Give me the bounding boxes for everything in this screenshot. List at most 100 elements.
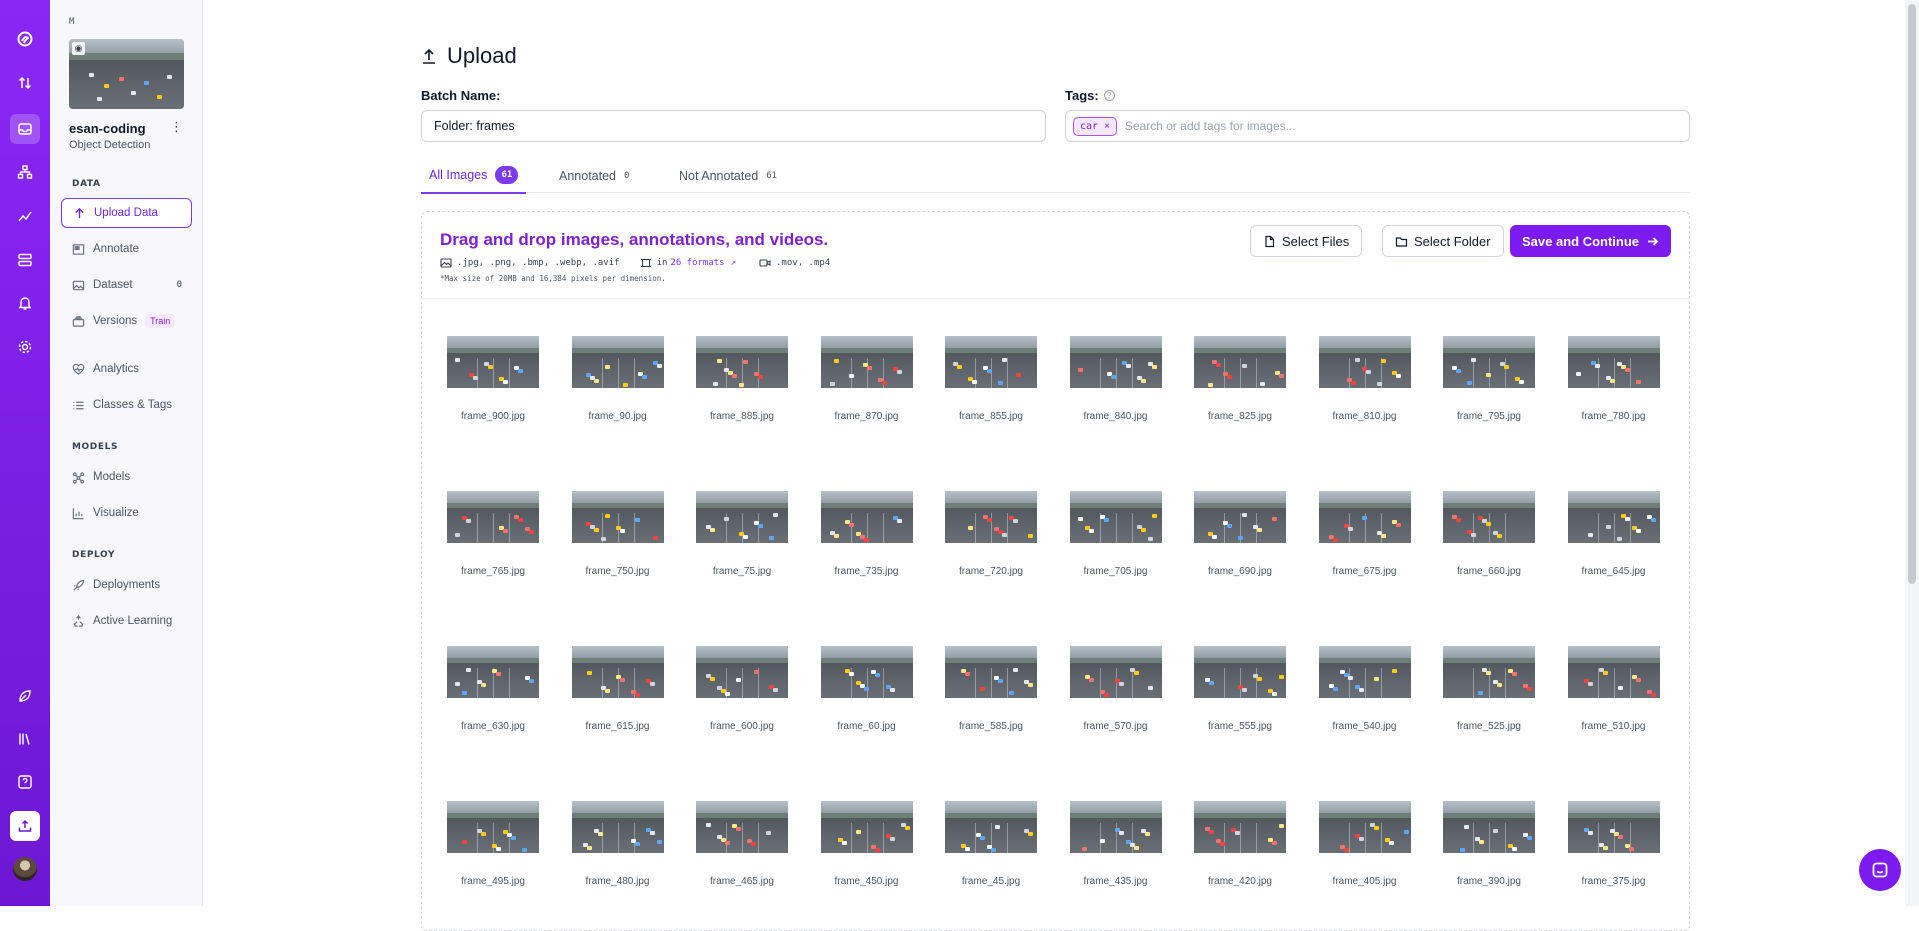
image-tile[interactable]: frame_75.jpg	[696, 491, 788, 577]
image-thumbnail[interactable]	[1567, 801, 1660, 853]
tags-field[interactable]: car ×	[1065, 110, 1690, 142]
chat-support-button[interactable]	[1859, 849, 1901, 891]
image-tile[interactable]: frame_720.jpg	[945, 491, 1037, 577]
sidebar-item-analytics[interactable]: Analytics	[61, 354, 192, 384]
image-thumbnail[interactable]	[1443, 336, 1535, 388]
image-thumbnail[interactable]	[1443, 801, 1535, 853]
library-icon[interactable]	[10, 724, 40, 754]
image-tile[interactable]: frame_855.jpg	[945, 336, 1037, 422]
image-tile[interactable]: frame_840.jpg	[1069, 336, 1162, 422]
image-tile[interactable]: frame_810.jpg	[1318, 336, 1411, 422]
image-thumbnail[interactable]	[1318, 491, 1411, 543]
image-thumbnail[interactable]	[447, 491, 539, 543]
sidebar-item-deployments[interactable]: Deployments	[61, 570, 192, 600]
image-thumbnail[interactable]	[1194, 336, 1286, 388]
image-thumbnail[interactable]	[571, 801, 664, 853]
image-tile[interactable]: frame_750.jpg	[571, 491, 664, 577]
image-tile[interactable]: frame_645.jpg	[1567, 491, 1660, 577]
sidebar-item-upload-data[interactable]: Upload Data	[61, 198, 192, 228]
image-thumbnail[interactable]	[1567, 336, 1660, 388]
image-tile[interactable]: frame_585.jpg	[945, 646, 1037, 732]
image-tile[interactable]: frame_900.jpg	[447, 336, 539, 422]
upload-tray-icon[interactable]	[10, 811, 40, 841]
image-thumbnail[interactable]	[696, 491, 788, 543]
image-thumbnail[interactable]	[820, 801, 913, 853]
tags-search-input[interactable]	[1124, 119, 1625, 133]
image-thumbnail[interactable]	[571, 646, 664, 698]
sidebar-item-versions[interactable]: Versions Train	[61, 306, 192, 336]
transfer-icon[interactable]	[10, 68, 40, 98]
image-thumbnail[interactable]	[1069, 491, 1162, 543]
image-tile[interactable]: frame_540.jpg	[1318, 646, 1411, 732]
save-and-continue-button[interactable]: Save and Continue	[1510, 225, 1672, 257]
tab-annotated[interactable]: Annotated 0	[559, 158, 629, 193]
image-tile[interactable]: frame_60.jpg	[820, 646, 913, 732]
image-thumbnail[interactable]	[1567, 646, 1660, 698]
image-thumbnail[interactable]	[945, 491, 1037, 543]
image-tile[interactable]: frame_510.jpg	[1567, 646, 1660, 732]
help-icon[interactable]	[10, 767, 40, 797]
tag-chip[interactable]: car ×	[1073, 116, 1117, 136]
batch-name-input[interactable]	[421, 110, 1046, 142]
inbox-icon[interactable]	[10, 114, 40, 144]
image-thumbnail[interactable]	[1318, 646, 1411, 698]
sidebar-item-dataset[interactable]: Dataset 0	[61, 270, 192, 300]
image-tile[interactable]: frame_660.jpg	[1443, 491, 1535, 577]
image-thumbnail[interactable]	[447, 336, 539, 388]
tab-not-annotated[interactable]: Not Annotated 61	[679, 158, 777, 193]
sidebar-item-annotate[interactable]: Annotate	[61, 234, 192, 264]
image-tile[interactable]: frame_450.jpg	[820, 801, 913, 887]
analytics-icon[interactable]	[10, 201, 40, 231]
image-thumbnail[interactable]	[696, 801, 788, 853]
image-tile[interactable]: frame_825.jpg	[1194, 336, 1286, 422]
train-badge[interactable]: Train	[145, 314, 176, 328]
image-thumbnail[interactable]	[945, 646, 1037, 698]
image-tile[interactable]: frame_765.jpg	[447, 491, 539, 577]
remove-tag-icon[interactable]: ×	[1104, 121, 1110, 132]
image-thumbnail[interactable]	[1194, 491, 1286, 543]
select-folder-button[interactable]: Select Folder	[1382, 225, 1504, 257]
bell-icon[interactable]	[10, 288, 40, 318]
image-thumbnail[interactable]	[1567, 491, 1660, 543]
project-name[interactable]: esan-coding	[69, 121, 146, 136]
image-tile[interactable]: frame_390.jpg	[1443, 801, 1535, 887]
image-thumbnail[interactable]	[820, 646, 913, 698]
image-tile[interactable]: frame_570.jpg	[1069, 646, 1162, 732]
image-tile[interactable]: frame_735.jpg	[820, 491, 913, 577]
image-tile[interactable]: frame_480.jpg	[571, 801, 664, 887]
image-tile[interactable]: frame_630.jpg	[447, 646, 539, 732]
image-tile[interactable]: frame_870.jpg	[820, 336, 913, 422]
image-thumbnail[interactable]	[1318, 801, 1411, 853]
sidebar-item-active-learning[interactable]: Active Learning	[61, 606, 192, 636]
image-tile[interactable]: frame_45.jpg	[945, 801, 1037, 887]
image-thumbnail[interactable]	[820, 491, 913, 543]
tab-all-images[interactable]: All Images 61	[421, 158, 527, 194]
external-link-icon[interactable]: ↗	[731, 258, 736, 268]
image-tile[interactable]: frame_675.jpg	[1318, 491, 1411, 577]
image-thumbnail[interactable]	[945, 801, 1037, 853]
image-thumbnail[interactable]	[1443, 646, 1535, 698]
help-circle-icon[interactable]: ?	[1103, 90, 1115, 101]
server-icon[interactable]	[10, 245, 40, 275]
image-thumbnail[interactable]	[1194, 801, 1286, 853]
user-avatar[interactable]	[13, 857, 37, 881]
image-tile[interactable]: frame_705.jpg	[1069, 491, 1162, 577]
settings-icon[interactable]	[10, 332, 40, 362]
upload-dropzone[interactable]: Drag and drop images, annotations, and v…	[421, 211, 1690, 931]
select-files-button[interactable]: Select Files	[1250, 225, 1363, 257]
image-thumbnail[interactable]	[1069, 336, 1162, 388]
scrollbar-thumb[interactable]	[1908, 4, 1916, 584]
image-thumbnail[interactable]	[1069, 646, 1162, 698]
leaf-icon[interactable]	[10, 681, 40, 711]
image-thumbnail[interactable]	[1194, 646, 1286, 698]
annotation-formats-link[interactable]: 26 formats	[670, 258, 724, 268]
image-thumbnail[interactable]	[1069, 801, 1162, 853]
project-menu-icon[interactable]: ⋮	[170, 120, 183, 134]
hierarchy-icon[interactable]	[10, 157, 40, 187]
image-thumbnail[interactable]	[447, 646, 539, 698]
image-tile[interactable]: frame_495.jpg	[447, 801, 539, 887]
image-thumbnail[interactable]	[1443, 491, 1535, 543]
image-tile[interactable]: frame_90.jpg	[571, 336, 664, 422]
image-thumbnail[interactable]	[571, 491, 664, 543]
image-thumbnail[interactable]	[696, 336, 788, 388]
